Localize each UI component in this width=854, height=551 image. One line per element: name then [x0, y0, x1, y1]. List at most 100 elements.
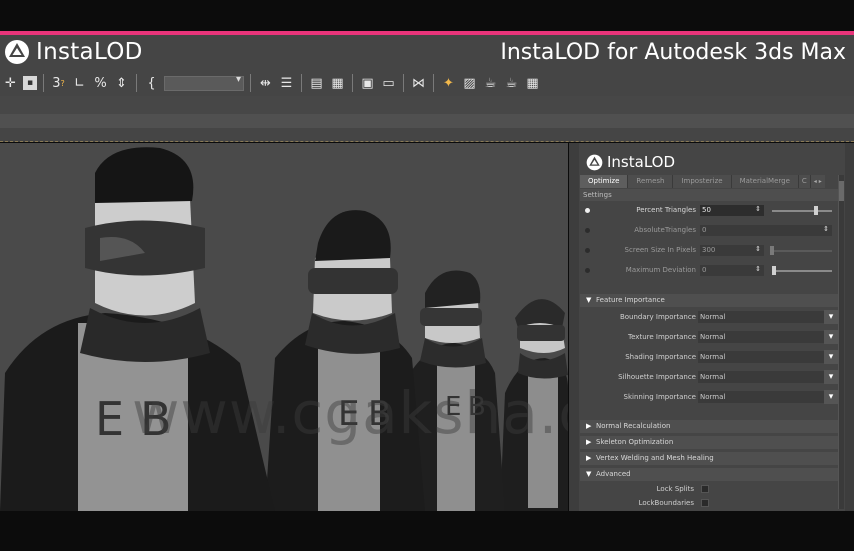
checkbox-label: LockBoundaries: [638, 499, 694, 507]
tab-imposterize[interactable]: Imposterize: [673, 175, 732, 188]
dropdown-label: Boundary Importance: [619, 313, 696, 321]
chevron-down-icon[interactable]: ▾: [824, 390, 838, 404]
scene-explorer-icon[interactable]: ▦: [329, 75, 346, 92]
instalod-logo-icon: [5, 40, 29, 64]
instalod-logo-icon: [586, 154, 603, 170]
toolbar-divider: [403, 74, 404, 92]
chevron-down-icon[interactable]: ▾: [824, 370, 838, 384]
skinning-importance-select[interactable]: Normal: [698, 391, 826, 403]
panel-logo: InstaLOD: [586, 153, 675, 171]
toolbar-divider: [352, 74, 353, 92]
instalod-logo: InstaLOD: [4, 39, 143, 65]
radio-max-deviation[interactable]: [585, 268, 590, 273]
toolbar-divider: [301, 74, 302, 92]
slider-knob[interactable]: [772, 266, 776, 275]
dropdown-label: Silhouette Importance: [618, 373, 696, 381]
tab-c[interactable]: C: [798, 175, 811, 188]
chevron-down-icon[interactable]: ▾: [824, 310, 838, 324]
chevron-down-icon[interactable]: ▾: [824, 330, 838, 344]
spinner-icon[interactable]: ⇕: [755, 244, 761, 255]
boundary-importance-select[interactable]: Normal: [698, 311, 826, 323]
move-icon[interactable]: ✛: [2, 75, 19, 92]
expanded-triangle-icon: ▼: [586, 296, 592, 304]
bottom-letterbox: [0, 511, 854, 551]
spinner-icon[interactable]: ⇕: [823, 224, 829, 235]
tab-materialmerge[interactable]: MaterialMerge: [731, 175, 799, 188]
header-title: InstaLOD for Autodesk 3ds Max: [500, 40, 846, 65]
setting-label: Screen Size In Pixels: [624, 246, 696, 254]
collapsed-triangle-icon: ▶: [586, 438, 592, 446]
radio-screen-size[interactable]: [585, 248, 590, 253]
mirror-icon[interactable]: ⇹: [257, 75, 274, 92]
tab-remesh[interactable]: Remesh: [628, 175, 674, 188]
material-editor-icon[interactable]: ▭: [380, 75, 397, 92]
render-icon[interactable]: ▨: [461, 75, 478, 92]
spinner-snap-icon[interactable]: ⇕: [113, 75, 130, 92]
app-window: InstaLOD InstaLOD for Autodesk 3ds Max ✛…: [0, 0, 854, 551]
lock-splits-row: Lock Splits: [580, 483, 838, 497]
section-normal-recalculation[interactable]: ▶ Normal Recalculation: [580, 420, 838, 433]
lock-boundaries-checkbox[interactable]: [701, 499, 709, 507]
max-deviation-input[interactable]: 0 ⇕: [700, 265, 764, 276]
section-vertex-welding[interactable]: ▶ Vertex Welding and Mesh Healing: [580, 452, 838, 465]
toolbar-divider: [43, 74, 44, 92]
snap-3d-icon[interactable]: 3?: [50, 75, 67, 92]
section-skeleton-optimization[interactable]: ▶ Skeleton Optimization: [580, 436, 838, 449]
panel-scrollbar[interactable]: [838, 175, 844, 509]
schematic-view-icon[interactable]: ⋈: [410, 75, 427, 92]
expanded-triangle-icon: ▼: [586, 470, 592, 478]
viewport-label-strip: [0, 128, 854, 142]
silhouette-importance-select[interactable]: Normal: [698, 371, 826, 383]
viewport[interactable]: E B E B E B www.cgaksha.: [0, 143, 568, 511]
lock-splits-checkbox[interactable]: [701, 485, 709, 493]
select-icon[interactable]: ▪: [23, 76, 37, 90]
instalod-panel: InstaLOD Optimize Remesh Imposterize Mat…: [569, 143, 854, 511]
named-selection-icon[interactable]: {: [143, 75, 160, 92]
ribbon-strip: [0, 114, 854, 128]
texture-importance-select[interactable]: Normal: [698, 331, 826, 343]
named-selection-dropdown[interactable]: [164, 74, 244, 91]
slider-knob[interactable]: [814, 206, 818, 215]
section-feature-importance[interactable]: ▼ Feature Importance: [580, 294, 838, 307]
screen-size-slider[interactable]: [770, 246, 832, 255]
screen-size-input[interactable]: 300 ⇕: [700, 245, 764, 256]
tab-optimize[interactable]: Optimize: [580, 175, 629, 188]
lock-boundaries-row: LockBoundaries: [580, 497, 838, 511]
panel-tabs: Optimize Remesh Imposterize MaterialMerg…: [580, 175, 825, 188]
setting-label: AbsoluteTriangles: [634, 226, 696, 234]
section-advanced[interactable]: ▼ Advanced: [580, 468, 838, 481]
render-setup-icon[interactable]: ▣: [359, 75, 376, 92]
radio-percent-triangles[interactable]: [585, 208, 590, 213]
logo-text: InstaLOD: [36, 39, 143, 65]
layer-manager-icon[interactable]: ▤: [308, 75, 325, 92]
watermark: www.cgaksha.com: [132, 379, 568, 447]
chevron-down-icon[interactable]: ▾: [824, 350, 838, 364]
shirt-letter-e: E: [95, 392, 124, 446]
character-scene: E B E B E B: [0, 147, 568, 511]
grid-icon[interactable]: ▦: [524, 75, 541, 92]
silhouette-importance-row: Silhouette Importance Normal ▾: [580, 369, 838, 385]
shading-importance-select[interactable]: Normal: [698, 351, 826, 363]
render-frame-icon[interactable]: ✦: [440, 75, 457, 92]
render-active-icon[interactable]: ☕: [503, 75, 520, 92]
percent-triangles-input[interactable]: 50 ⇕: [700, 205, 764, 216]
angle-snap-icon[interactable]: ∟: [71, 75, 88, 92]
collapsed-triangle-icon: ▶: [586, 454, 592, 462]
spinner-icon[interactable]: ⇕: [755, 204, 761, 215]
percent-snap-icon[interactable]: %: [92, 75, 109, 92]
render-production-icon[interactable]: ☕: [482, 75, 499, 92]
spinner-icon[interactable]: ⇕: [755, 264, 761, 275]
scrollbar-thumb[interactable]: [839, 181, 844, 201]
dropdown-label: Shading Importance: [625, 353, 696, 361]
align-icon[interactable]: ☰: [278, 75, 295, 92]
radio-absolute-triangles[interactable]: [585, 228, 590, 233]
setting-percent-triangles: Percent Triangles 50 ⇕: [580, 203, 838, 219]
toolbar-divider: [433, 74, 434, 92]
percent-triangles-slider[interactable]: [772, 206, 832, 215]
dropdown-label: Skinning Importance: [623, 393, 696, 401]
slider-knob[interactable]: [770, 246, 774, 255]
max-deviation-slider[interactable]: [772, 266, 832, 275]
absolute-triangles-input[interactable]: 0 ⇕: [700, 225, 832, 236]
setting-screen-size: Screen Size In Pixels 300 ⇕: [580, 243, 838, 259]
tab-scroll-arrows[interactable]: ◂ ▸: [810, 175, 825, 188]
